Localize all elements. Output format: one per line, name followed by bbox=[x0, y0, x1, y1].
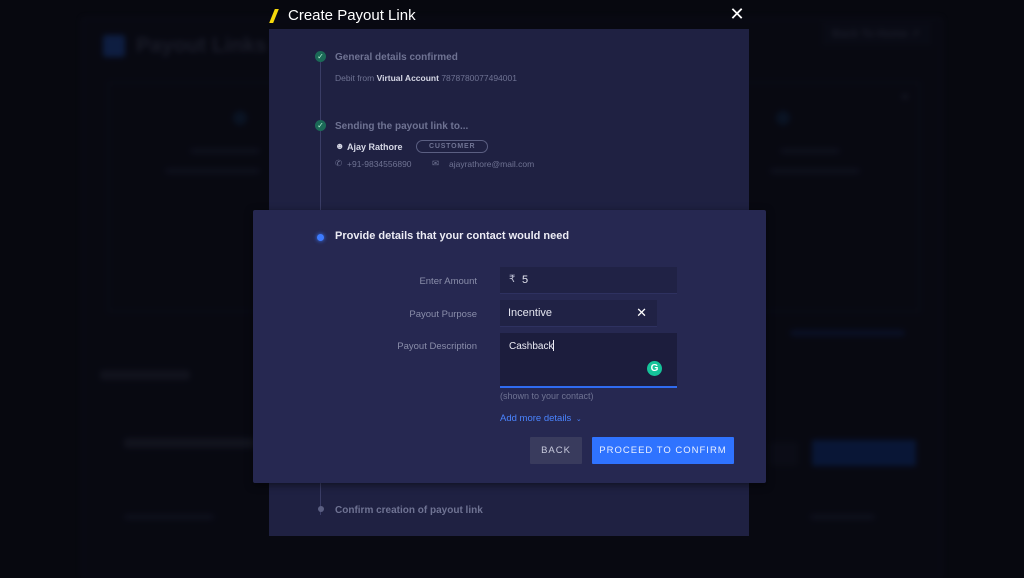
background-row-status bbox=[810, 514, 875, 520]
back-button[interactable]: BACK bbox=[530, 437, 582, 464]
background-row-date bbox=[124, 514, 214, 520]
background-text bbox=[190, 148, 260, 154]
background-link bbox=[790, 330, 905, 336]
background-text bbox=[165, 168, 260, 174]
step-3-title: Provide details that your contact would … bbox=[335, 230, 569, 242]
amount-label: Enter Amount bbox=[357, 276, 477, 287]
contact-email: ajayrathore@mail.com bbox=[449, 159, 534, 169]
account-type: Virtual Account bbox=[377, 73, 439, 83]
description-label: Payout Description bbox=[357, 341, 477, 352]
person-icon: ☻ bbox=[335, 141, 344, 151]
purpose-label: Payout Purpose bbox=[357, 309, 477, 320]
background-text bbox=[770, 168, 860, 174]
description-hint: (shown to your contact) bbox=[500, 391, 594, 401]
mail-icon: ✉ bbox=[432, 158, 439, 169]
amount-value: 5 bbox=[522, 274, 528, 286]
purpose-select[interactable]: Incentive ✕ bbox=[500, 300, 657, 327]
proceed-to-confirm-button[interactable]: PROCEED TO CONFIRM bbox=[592, 437, 734, 464]
contact-name: Ajay Rathore bbox=[347, 142, 403, 152]
active-step-indicator bbox=[317, 234, 324, 241]
description-value: Cashback bbox=[509, 340, 554, 352]
brand-logo-icon bbox=[269, 9, 279, 23]
add-more-details-link[interactable]: Add more details ⌄ bbox=[500, 413, 582, 424]
grammarly-icon[interactable]: G bbox=[647, 361, 662, 376]
step-complete-check-icon: ✓ bbox=[315, 120, 326, 131]
contact-phone: +91-9834556890 bbox=[347, 159, 412, 169]
debit-prefix: Debit from bbox=[335, 73, 374, 83]
contact-type-badge: CUSTOMER bbox=[416, 140, 488, 153]
step-1-detail: Debit from Virtual Account 7878780077494… bbox=[335, 73, 517, 83]
background-text bbox=[780, 148, 840, 154]
step-1-title: General details confirmed bbox=[335, 52, 458, 63]
chevron-down-icon: ⌄ bbox=[574, 416, 582, 423]
amount-input[interactable]: ₹ 5 bbox=[500, 267, 677, 294]
modal-header: Create Payout Link ✕ bbox=[269, 0, 749, 30]
back-to-home-button: Back To Home ↗ bbox=[822, 22, 932, 46]
step-2-title: Sending the payout link to... bbox=[335, 121, 468, 132]
step-pending-indicator bbox=[318, 506, 324, 512]
step-4-title: Confirm creation of payout link bbox=[335, 505, 483, 516]
background-create-button bbox=[812, 440, 916, 466]
purpose-value: Incentive bbox=[508, 307, 552, 319]
payout-links-logo bbox=[103, 35, 125, 57]
clear-icon[interactable]: ✕ bbox=[636, 305, 647, 321]
background-row bbox=[124, 438, 264, 448]
background-close-icon: ✕ bbox=[900, 90, 910, 104]
background-filter bbox=[100, 370, 190, 380]
description-textarea[interactable]: Cashback G bbox=[500, 333, 677, 388]
step-complete-check-icon: ✓ bbox=[315, 51, 326, 62]
background-icon bbox=[233, 111, 247, 125]
background-icon bbox=[776, 111, 790, 125]
account-number: 7878780077494001 bbox=[441, 73, 517, 83]
phone-icon: ✆ bbox=[335, 158, 342, 169]
rupee-icon: ₹ bbox=[509, 274, 515, 285]
modal-title: Create Payout Link bbox=[288, 7, 416, 24]
background-page-title: Payout Links bbox=[136, 34, 267, 58]
close-icon[interactable]: ✕ bbox=[729, 6, 745, 22]
background-icon-button bbox=[770, 442, 798, 466]
